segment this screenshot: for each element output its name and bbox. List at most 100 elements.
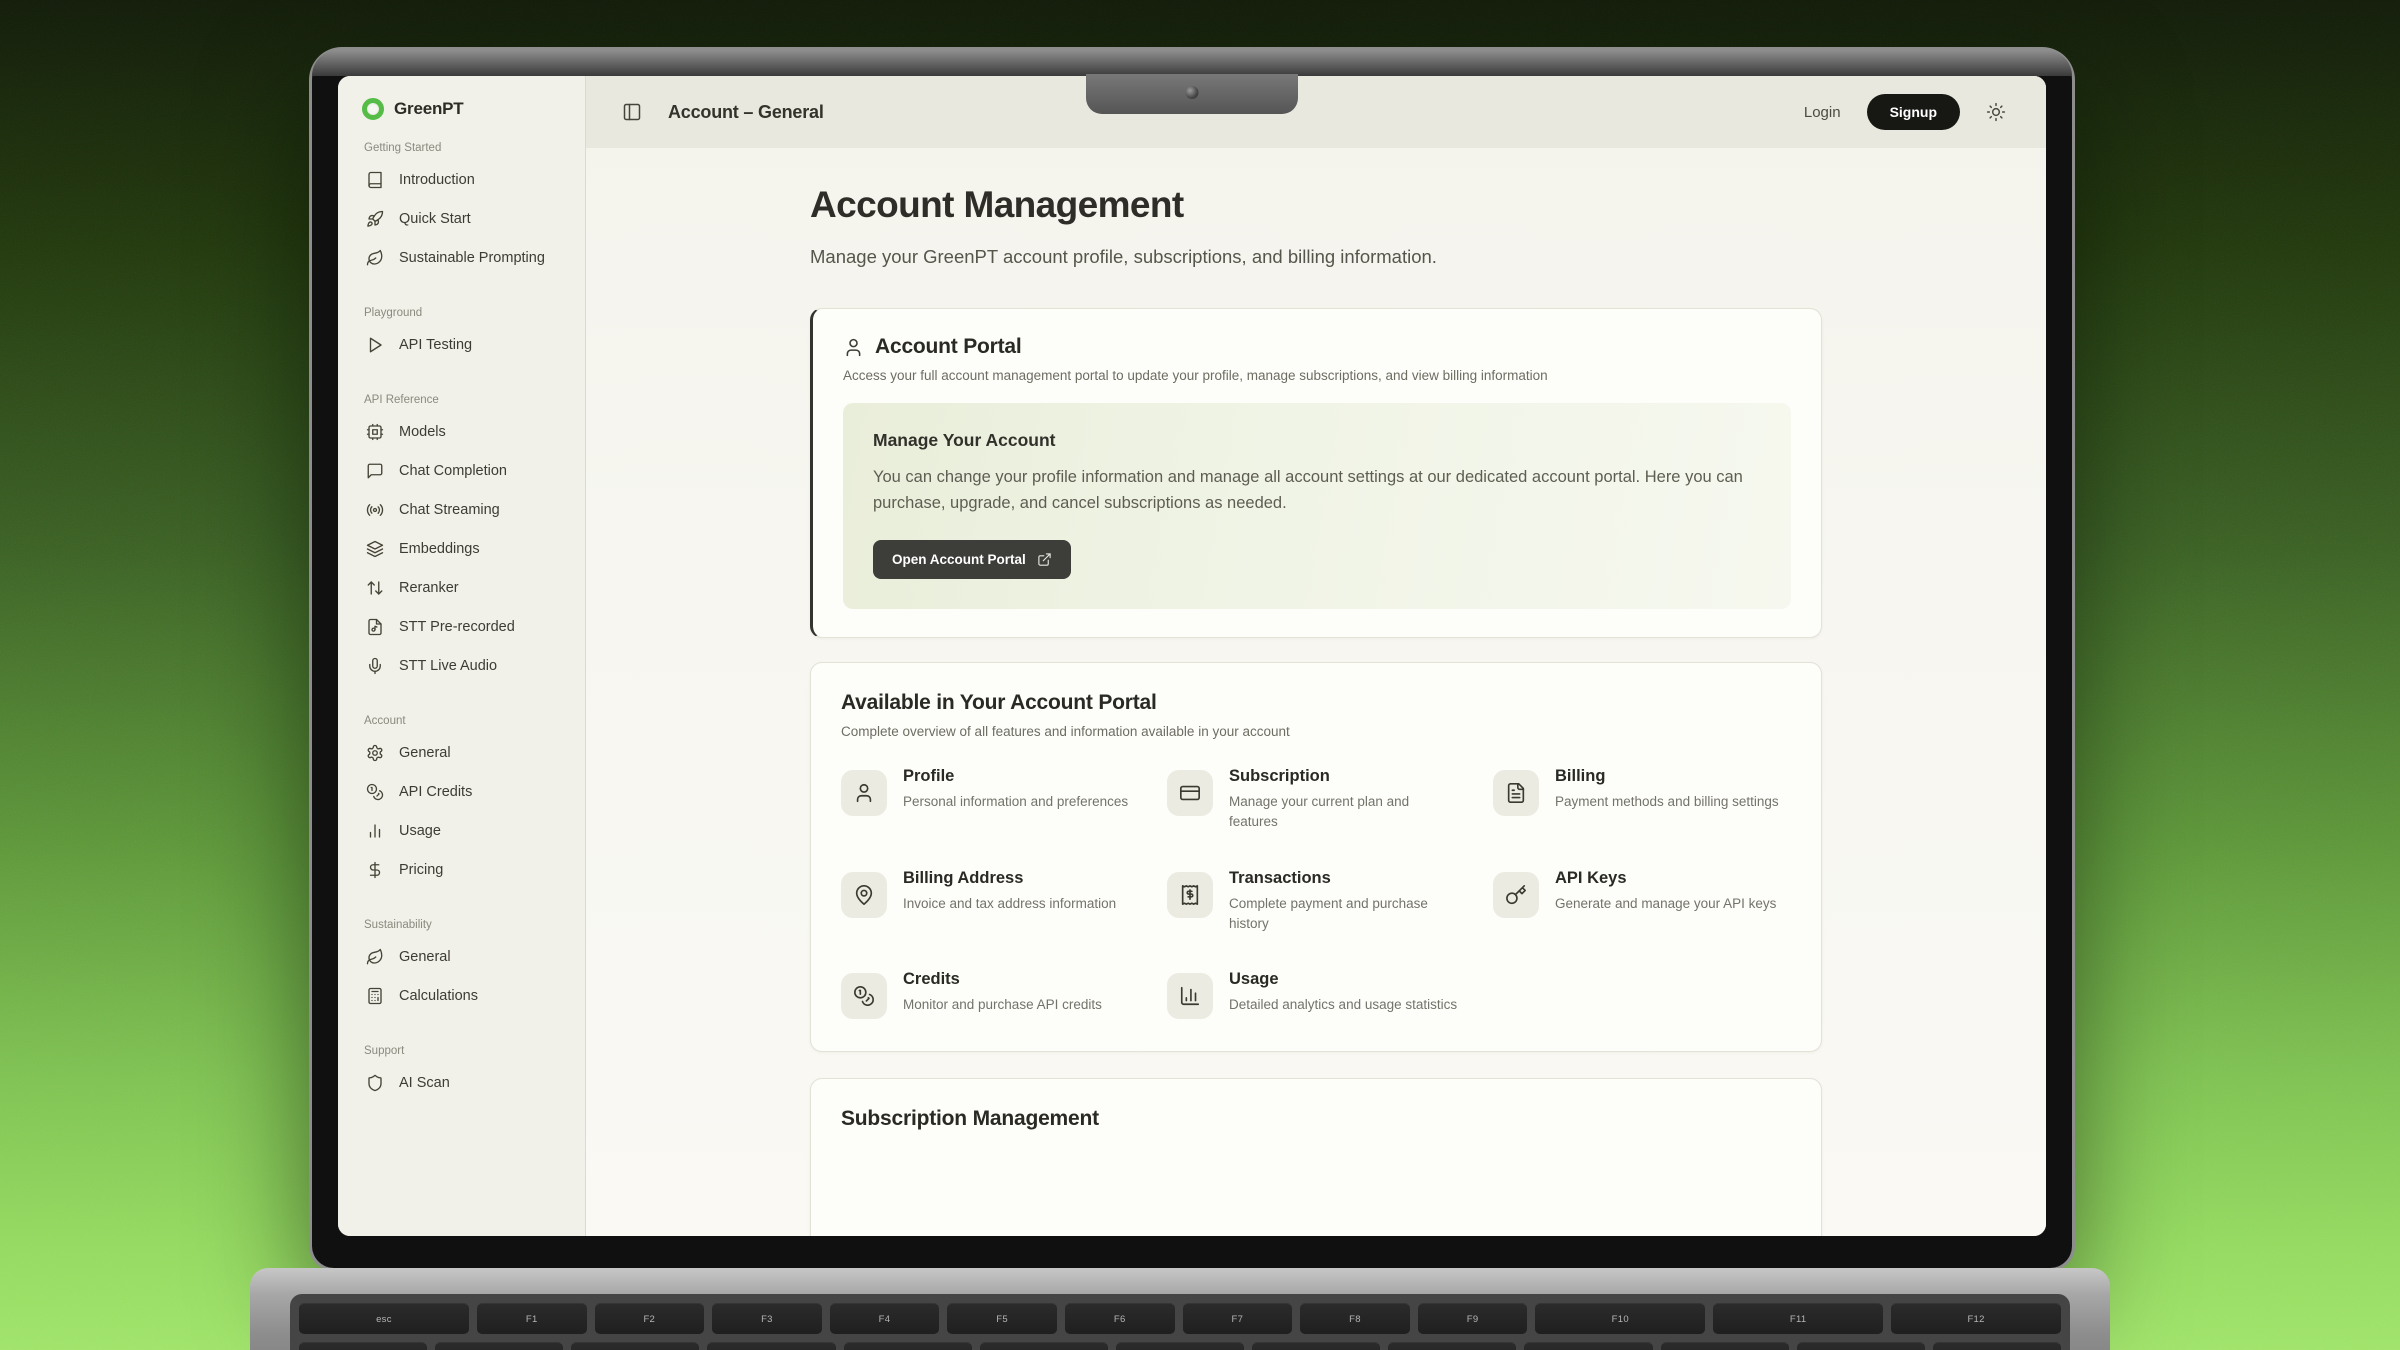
sidebar-item-label: Usage <box>399 823 441 839</box>
page-subtitle: Manage your GreenPT account profile, sub… <box>810 246 1822 268</box>
laptop-deck: escF1F2F3F4F5F6F7F8F9F10F11F12~123456789… <box>250 1268 2110 1350</box>
feature-title: Billing Address <box>903 869 1116 888</box>
logo-text: GreenPT <box>394 99 463 119</box>
sidebar-item-usage[interactable]: Usage <box>362 811 565 850</box>
coins-icon <box>841 973 887 1019</box>
dollar-icon <box>366 861 384 879</box>
sidebar-item-label: Chat Completion <box>399 463 507 479</box>
sidebar-item-calculations[interactable]: Calculations <box>362 976 565 1015</box>
sidebar-item-introduction[interactable]: Introduction <box>362 160 565 199</box>
laptop-key: 3 <box>707 1342 835 1350</box>
chat-icon <box>366 462 384 480</box>
key-icon <box>1493 872 1539 918</box>
laptop-key: F11 <box>1713 1303 1883 1334</box>
sidebar-item-label: General <box>399 745 451 761</box>
feature-description: Payment methods and billing settings <box>1555 792 1779 812</box>
scene: GreenPT Getting StartedIntroductionQuick… <box>0 0 2400 1350</box>
sidebar-nav: Getting StartedIntroductionQuick StartSu… <box>362 142 565 1102</box>
login-link[interactable]: Login <box>1804 104 1841 121</box>
sidebar-item-label: Introduction <box>399 172 475 188</box>
sidebar-item-label: Sustainable Prompting <box>399 250 545 266</box>
manage-account-title: Manage Your Account <box>873 430 1761 451</box>
sidebar-item-stt-pre-recorded[interactable]: STT Pre-recorded <box>362 607 565 646</box>
sidebar-item-quick-start[interactable]: Quick Start <box>362 199 565 238</box>
sidebar-section-label: Account <box>364 715 565 727</box>
sidebar-section-label: Support <box>364 1045 565 1057</box>
sidebar-item-label: Embeddings <box>399 541 480 557</box>
laptop-key: 6 <box>1116 1342 1244 1350</box>
laptop-bezel <box>312 50 2072 76</box>
sidebar-item-ai-scan[interactable]: AI Scan <box>362 1063 565 1102</box>
features-grid: ProfilePersonal information and preferen… <box>841 767 1791 1019</box>
sidebar-section-label: API Reference <box>364 394 565 406</box>
laptop-key: F3 <box>712 1303 822 1334</box>
laptop-key: + <box>1933 1342 2061 1350</box>
features-card-subtitle: Complete overview of all features and in… <box>841 724 1791 739</box>
sidebar-section-label: Playground <box>364 307 565 319</box>
book-icon <box>366 171 384 189</box>
account-portal-card: Account Portal Access your full account … <box>810 308 1822 638</box>
laptop-key: - <box>1797 1342 1925 1350</box>
feature-description: Complete payment and purchase history <box>1229 894 1461 935</box>
feature-api-keys: API KeysGenerate and manage your API key… <box>1493 869 1791 935</box>
topbar: Account – General Login Signup <box>586 76 2046 148</box>
laptop-mockup: GreenPT Getting StartedIntroductionQuick… <box>0 0 2400 1350</box>
sidebar-item-label: STT Pre-recorded <box>399 619 515 635</box>
feature-description: Detailed analytics and usage statistics <box>1229 995 1457 1015</box>
sidebar-item-sustainable-prompting[interactable]: Sustainable Prompting <box>362 238 565 277</box>
main-area: Account – General Login Signup Account M… <box>586 76 2046 1236</box>
sidebar-item-embeddings[interactable]: Embeddings <box>362 529 565 568</box>
feature-title: Subscription <box>1229 767 1461 786</box>
laptop-screen: GreenPT Getting StartedIntroductionQuick… <box>312 50 2072 1268</box>
greenpt-logo-icon <box>362 98 384 120</box>
laptop-key: 8 <box>1388 1342 1516 1350</box>
sidebar-item-chat-completion[interactable]: Chat Completion <box>362 451 565 490</box>
sidebar-item-api-testing[interactable]: API Testing <box>362 325 565 364</box>
sidebar-item-label: API Credits <box>399 784 472 800</box>
shield-icon <box>366 1074 384 1092</box>
sidebar-item-label: Pricing <box>399 862 443 878</box>
account-portal-description: Access your full account management port… <box>843 368 1791 383</box>
sidebar-item-models[interactable]: Models <box>362 412 565 451</box>
feature-title: Transactions <box>1229 869 1461 888</box>
sidebar-item-pricing[interactable]: Pricing <box>362 850 565 889</box>
subscription-management-title: Subscription Management <box>841 1107 1791 1131</box>
leaf-icon <box>366 948 384 966</box>
sidebar-item-reranker[interactable]: Reranker <box>362 568 565 607</box>
account-portal-title: Account Portal <box>875 335 1022 359</box>
laptop-key: esc <box>299 1303 469 1334</box>
laptop-key: F9 <box>1418 1303 1528 1334</box>
signup-button[interactable]: Signup <box>1867 94 1960 130</box>
sidebar-section-label: Sustainability <box>364 919 565 931</box>
laptop-key: F6 <box>1065 1303 1175 1334</box>
sidebar-item-label: API Testing <box>399 337 472 353</box>
sidebar-item-general[interactable]: General <box>362 733 565 772</box>
sidebar-item-chat-streaming[interactable]: Chat Streaming <box>362 490 565 529</box>
laptop-key: F4 <box>830 1303 940 1334</box>
chart-icon <box>1167 973 1213 1019</box>
sidebar-item-label: Quick Start <box>399 211 471 227</box>
camera-notch <box>1086 74 1298 114</box>
calculator-icon <box>366 987 384 1005</box>
feature-description: Personal information and preferences <box>903 792 1128 812</box>
feature-description: Monitor and purchase API credits <box>903 995 1102 1015</box>
laptop-keyboard: escF1F2F3F4F5F6F7F8F9F10F11F12~123456789… <box>290 1294 2070 1350</box>
manage-account-panel: Manage Your Account You can change your … <box>843 403 1791 609</box>
feature-profile: ProfilePersonal information and preferen… <box>841 767 1139 833</box>
sidebar-item-general[interactable]: General <box>362 937 565 976</box>
panel-left-icon[interactable] <box>622 102 642 122</box>
page-content: Account Management Manage your GreenPT a… <box>586 148 2046 1236</box>
greenpt-logo[interactable]: GreenPT <box>362 98 565 120</box>
account-portal-card-header: Account Portal <box>843 335 1791 359</box>
leaf-icon <box>366 249 384 267</box>
feature-title: Billing <box>1555 767 1779 786</box>
feature-subscription: SubscriptionManage your current plan and… <box>1167 767 1465 833</box>
theme-toggle-sun-icon[interactable] <box>1986 102 2006 122</box>
sidebar-item-api-credits[interactable]: API Credits <box>362 772 565 811</box>
user-icon <box>841 770 887 816</box>
sidebar-item-stt-live-audio[interactable]: STT Live Audio <box>362 646 565 685</box>
open-account-portal-button[interactable]: Open Account Portal <box>873 540 1071 579</box>
play-icon <box>366 336 384 354</box>
laptop-key: F12 <box>1891 1303 2061 1334</box>
portal-features-card: Available in Your Account Portal Complet… <box>810 662 1822 1052</box>
